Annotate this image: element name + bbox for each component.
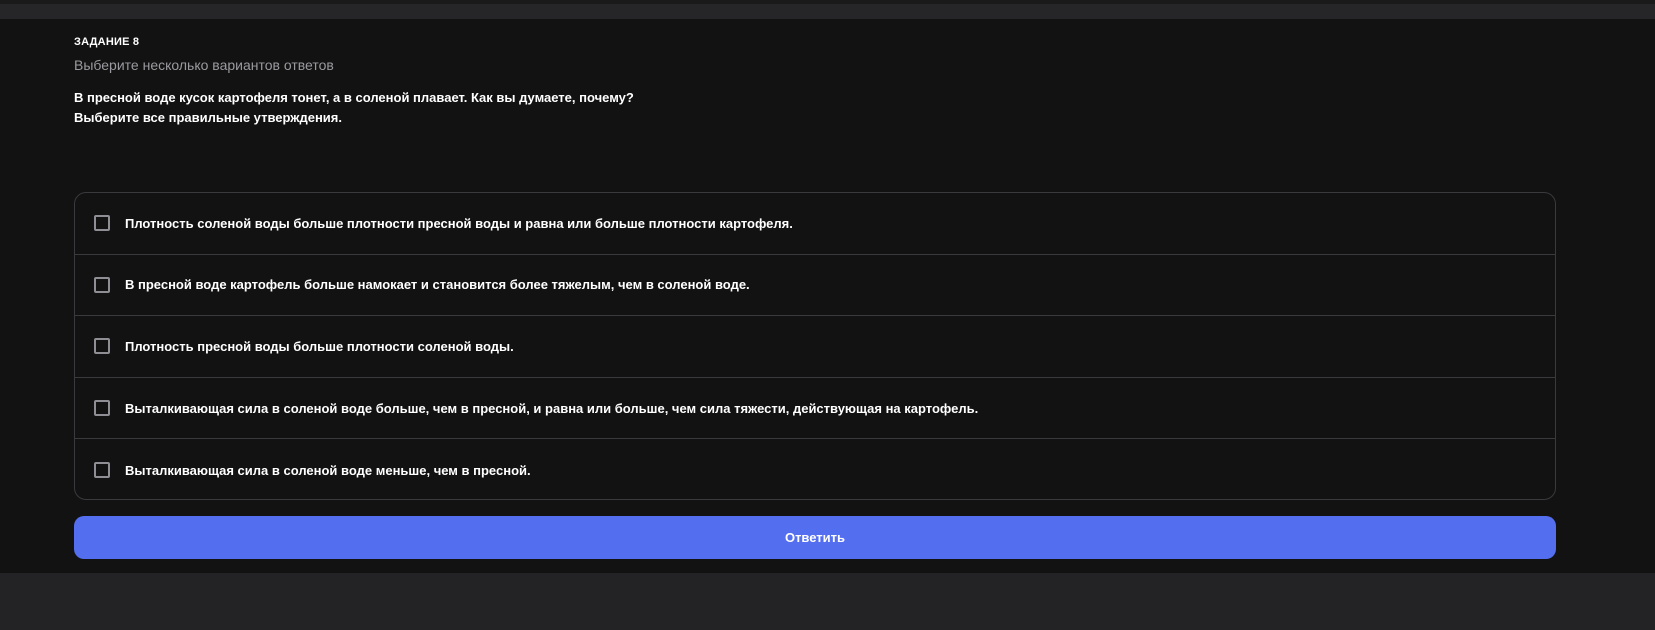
answer-option-label: Выталкивающая сила в соленой воде больше…	[125, 400, 979, 416]
answer-option-label: Плотность соленой воды больше плотности …	[125, 215, 793, 231]
answer-option-2[interactable]: В пресной воде картофель больше намокает…	[75, 255, 1555, 317]
answer-option-5[interactable]: Выталкивающая сила в соленой воде меньше…	[75, 439, 1555, 499]
task-panel: ЗАДАНИЕ 8 Выберите несколько вариантов о…	[0, 19, 1655, 573]
checkbox[interactable]	[94, 338, 110, 355]
checkbox[interactable]	[94, 215, 110, 232]
task-number-label: ЗАДАНИЕ 8	[74, 36, 140, 48]
question-text: В пресной воде кусок картофеля тонет, а …	[74, 88, 634, 128]
top-bar	[0, 4, 1655, 19]
answer-option-label: Плотность пресной воды больше плотности …	[125, 338, 514, 354]
answer-option-1[interactable]: Плотность соленой воды больше плотности …	[75, 193, 1555, 255]
answer-option-label: Выталкивающая сила в соленой воде меньше…	[125, 462, 531, 478]
checkbox[interactable]	[94, 462, 110, 479]
task-instruction: Выберите несколько вариантов ответов	[74, 57, 334, 73]
answer-option-4[interactable]: Выталкивающая сила в соленой воде больше…	[75, 378, 1555, 440]
submit-answer-button[interactable]: Ответить	[74, 516, 1556, 559]
answer-option-3[interactable]: Плотность пресной воды больше плотности …	[75, 316, 1555, 378]
checkbox[interactable]	[94, 276, 110, 293]
question-line-1: В пресной воде кусок картофеля тонет, а …	[74, 90, 634, 105]
answer-options-list: Плотность соленой воды больше плотности …	[74, 192, 1556, 500]
question-line-2: Выберите все правильные утверждения.	[74, 110, 342, 125]
answer-option-label: В пресной воде картофель больше намокает…	[125, 277, 750, 293]
checkbox[interactable]	[94, 400, 110, 417]
